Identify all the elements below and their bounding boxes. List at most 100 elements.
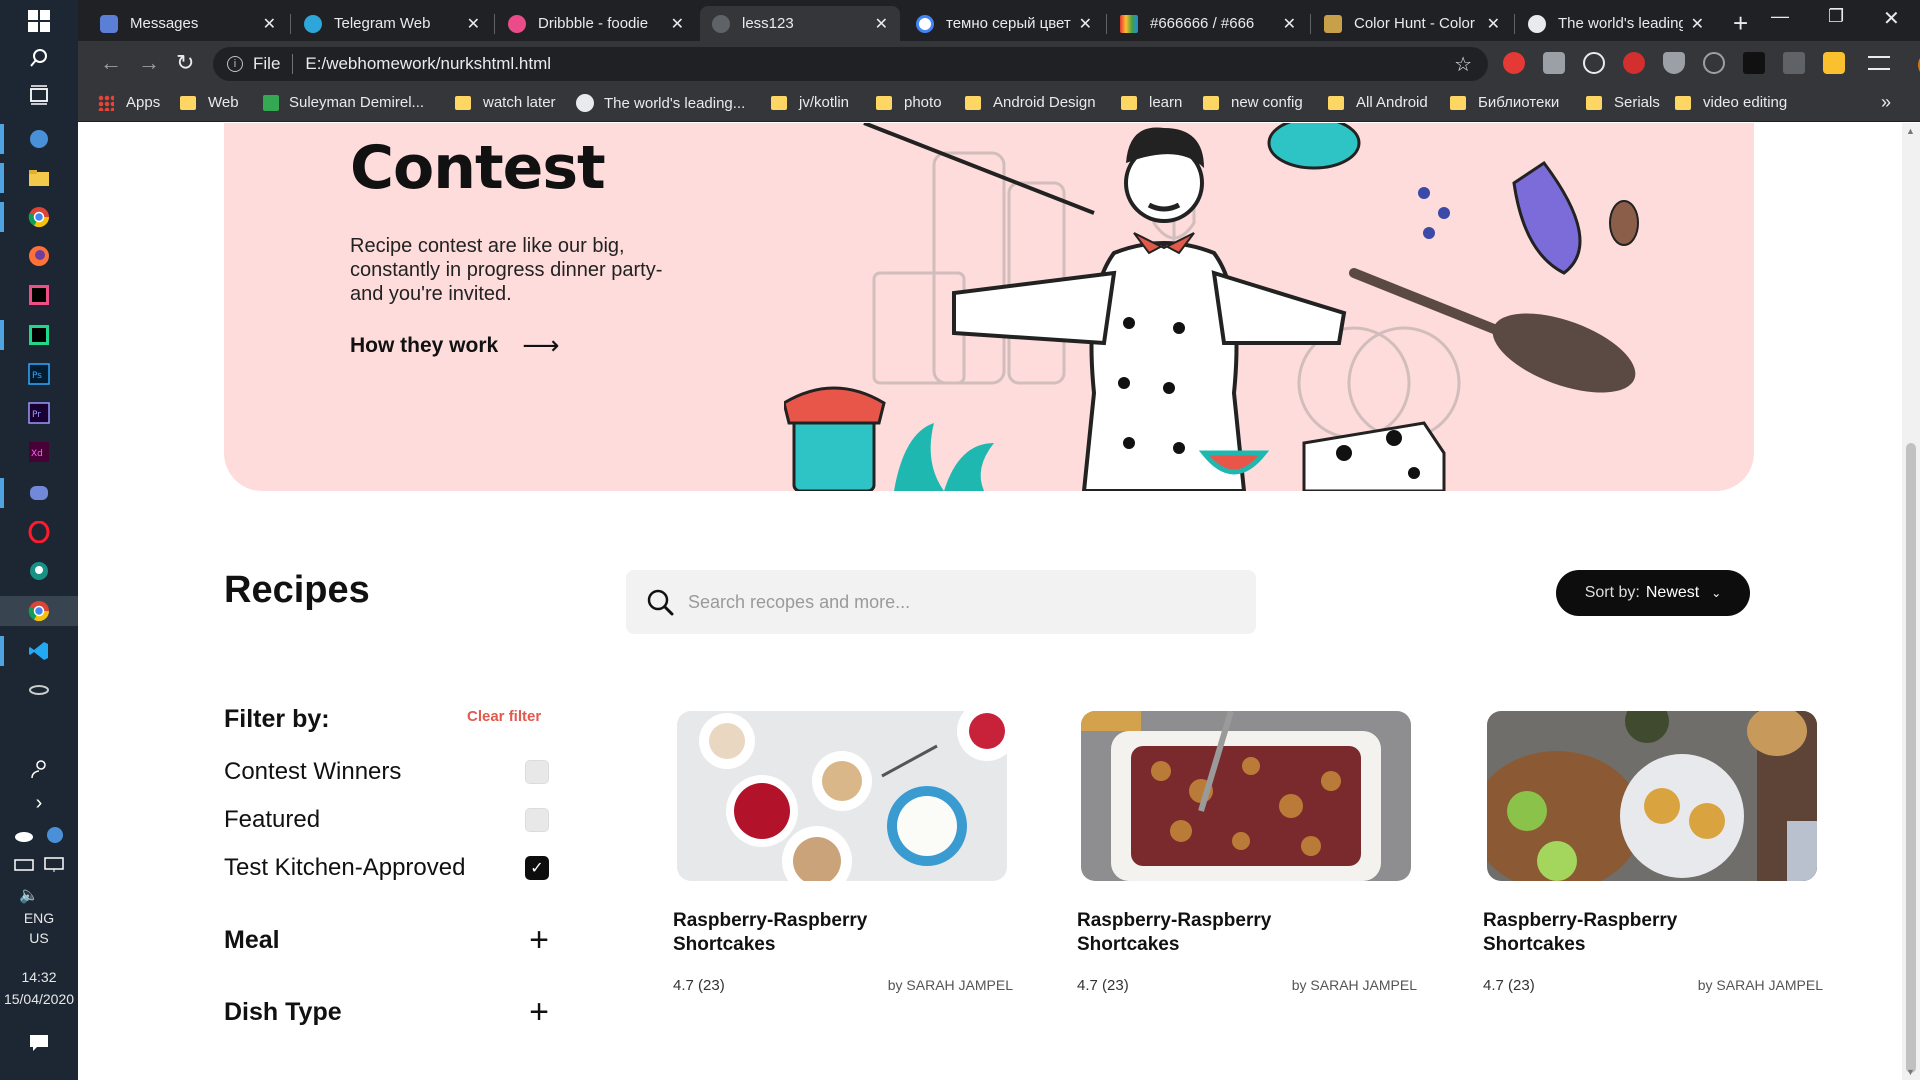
recipe-title[interactable]: Raspberry-Raspberry Shortcakes [673,909,933,957]
media-control-icon[interactable] [1868,56,1890,70]
app-eye-icon[interactable] [26,677,52,703]
bookmark-serials[interactable]: Serials [1586,94,1660,111]
pycharm-icon[interactable] [26,322,52,348]
clock-time[interactable]: 14:32 [0,967,78,987]
chrome-icon[interactable] [26,204,52,230]
extension-9-icon[interactable] [1823,52,1845,74]
close-tab-icon[interactable]: ✕ [467,14,480,34]
bookmark-github[interactable]: The world's leading... [576,94,745,112]
chrome-active-icon[interactable] [26,598,52,624]
filter-option-contest-winners[interactable]: Contest Winners [224,758,549,786]
tab-dribbble[interactable]: Dribbble - foodie ✕ [496,6,696,41]
bookmark-apps[interactable]: Apps [98,94,160,111]
tab-telegram[interactable]: Telegram Web ✕ [292,6,492,41]
xd-icon[interactable]: Xd [26,439,52,465]
recipe-image[interactable] [677,711,1007,881]
tab-color-hunt[interactable]: Color Hunt - Color ✕ [1312,6,1512,41]
shield-icon[interactable] [1663,52,1685,74]
bookmark-video-editing[interactable]: video editing [1675,94,1787,111]
recipe-card[interactable]: Raspberry-Raspberry Shortcakes 4.7 (23) … [1483,711,1823,994]
close-tab-icon[interactable]: ✕ [1283,14,1296,34]
task-view-icon[interactable] [26,82,52,108]
extension-6-icon[interactable] [1703,52,1725,74]
bookmark-new-config[interactable]: new config [1203,94,1303,111]
close-tab-icon[interactable]: ✕ [875,14,888,34]
scrollbar-thumb[interactable] [1906,443,1916,1073]
recipe-title[interactable]: Raspberry-Raspberry Shortcakes [1077,909,1337,957]
address-bar[interactable]: i File E:/webhomework/nurkshtml.html ☆ [213,47,1488,81]
bookmark-jv-kotlin[interactable]: jv/kotlin [771,94,849,111]
file-explorer-icon[interactable] [26,165,52,191]
recipe-image[interactable] [1487,711,1817,881]
people-icon[interactable] [26,756,52,782]
search-input[interactable] [688,591,1208,613]
restore-icon[interactable]: ❐ [1828,6,1844,27]
plus-icon[interactable]: + [529,923,549,957]
pdf-extension-icon[interactable] [1783,52,1805,74]
recipe-card[interactable]: Raspberry-Raspberry Shortcakes 4.7 (23) … [673,711,1013,994]
bookmark-libraries[interactable]: Библиотеки [1450,94,1559,111]
extension-1-icon[interactable] [1503,52,1525,74]
filter-option-featured[interactable]: Featured [224,806,549,834]
scroll-up-icon[interactable]: ▲ [1906,126,1915,136]
url-text[interactable]: E:/webhomework/nurkshtml.html [305,54,551,74]
show-hidden-icons-chevron-icon[interactable]: › [26,790,52,816]
recipe-title[interactable]: Raspberry-Raspberry Shortcakes [1483,909,1743,957]
close-tab-icon[interactable]: ✕ [671,14,684,34]
close-tab-icon[interactable]: ✕ [1487,14,1500,34]
bookmark-android-design[interactable]: Android Design [965,94,1096,111]
filter-option-test-kitchen-approved[interactable]: Test Kitchen-Approved ✓ [224,854,549,882]
close-tab-icon[interactable]: ✕ [1079,14,1092,34]
how-they-work-link[interactable]: How they work ⟶ [350,330,559,361]
extension-2-icon[interactable] [1543,52,1565,74]
more-bookmarks-chevron-icon[interactable]: » [1881,92,1891,113]
discord-icon[interactable] [26,480,52,506]
notifications-icon[interactable] [26,1030,52,1056]
tab-github[interactable]: The world's leading ✕ [1516,6,1716,41]
recipe-search-box[interactable] [626,570,1256,634]
premiere-icon[interactable]: Pr [26,400,52,426]
filter-group-dish-type[interactable]: Dish Type + [224,995,549,1029]
clock-date[interactable]: 15/04/2020 [0,989,78,1009]
intellij-icon[interactable] [26,282,52,308]
bookmark-suleyman-demirel[interactable]: Suleyman Demirel... [263,94,424,111]
close-tab-icon[interactable]: ✕ [1691,14,1704,34]
bookmark-web[interactable]: Web [180,94,239,111]
steam-icon[interactable] [26,126,52,152]
forward-arrow-icon[interactable]: → [138,50,160,76]
windows-start-icon[interactable] [26,8,52,34]
tab-google-search[interactable]: темно серый цвет ✕ [904,6,1104,41]
adblock-icon[interactable] [1623,52,1645,74]
bookmark-watch-later[interactable]: watch later [455,94,556,111]
bookmark-all-android[interactable]: All Android [1328,94,1428,111]
tab-color-666666[interactable]: #666666 / #666 ✕ [1108,6,1308,41]
tab-less123[interactable]: less123 ✕ [700,6,900,41]
test-kitchen-approved-checkbox[interactable]: ✓ [525,856,549,880]
close-window-icon[interactable]: ✕ [1883,6,1900,31]
language-indicator[interactable]: ENG [0,908,78,928]
contest-winners-checkbox[interactable] [525,760,549,784]
new-tab-plus-icon[interactable]: + [1733,8,1748,39]
featured-checkbox[interactable] [525,808,549,832]
extension-3-icon[interactable] [1583,52,1605,74]
bookmark-photo[interactable]: photo [876,94,942,111]
reload-icon[interactable]: ↻ [176,50,194,76]
search-icon[interactable] [26,45,52,71]
back-arrow-icon[interactable]: ← [100,50,122,76]
filter-group-meal[interactable]: Meal + [224,923,549,957]
region-indicator[interactable]: US [0,928,78,948]
page-scrollbar[interactable]: ▲ ▼ [1902,123,1920,1080]
scroll-down-icon[interactable]: ▼ [1906,1067,1915,1077]
clear-filter-link[interactable]: Clear filter [467,708,541,725]
plus-icon[interactable]: + [529,995,549,1029]
volume-icon[interactable]: 🔈 [16,882,42,908]
recipe-card[interactable]: Raspberry-Raspberry Shortcakes 4.7 (23) … [1077,711,1417,994]
sort-dropdown[interactable]: Sort by: Newest ⌄ [1556,570,1750,616]
bookmark-learn[interactable]: learn [1121,94,1182,111]
bookmark-star-icon[interactable]: ☆ [1454,52,1472,77]
close-tab-icon[interactable]: ✕ [263,14,276,34]
recipe-image[interactable] [1081,711,1411,881]
minimize-icon[interactable]: — [1771,6,1789,27]
extension-7-icon[interactable] [1743,52,1765,74]
tab-messages[interactable]: Messages ✕ [88,6,288,41]
